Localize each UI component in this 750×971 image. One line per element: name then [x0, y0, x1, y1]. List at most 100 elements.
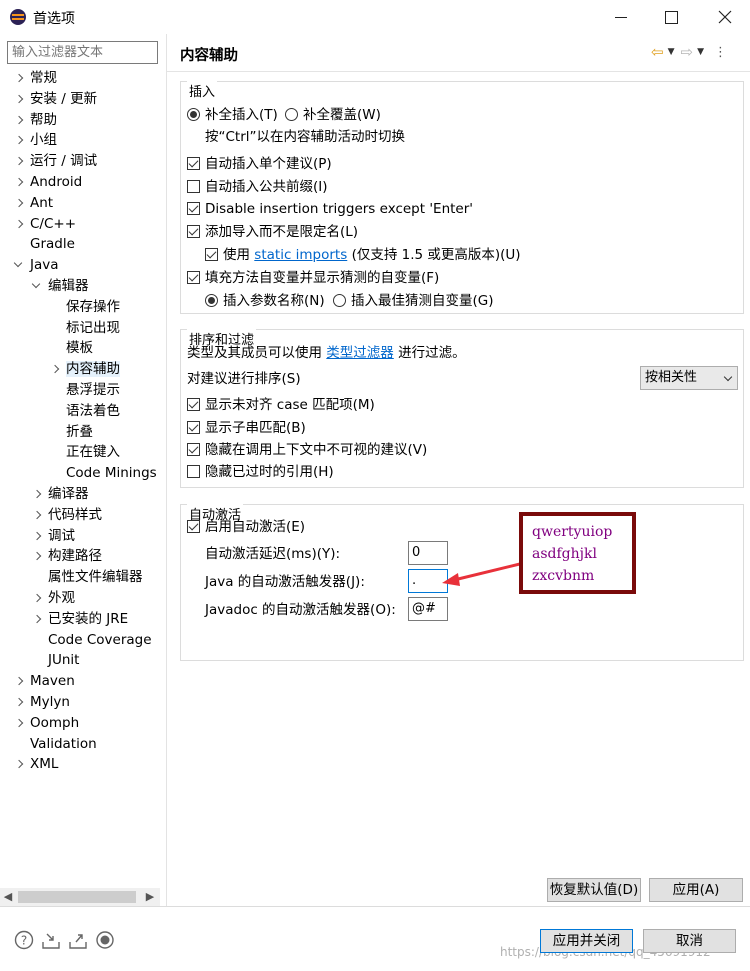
- back-dropdown-icon[interactable]: ▼: [668, 47, 675, 57]
- chevron-right-icon[interactable]: [14, 193, 24, 213]
- tree-item-25[interactable]: 外观: [48, 588, 75, 608]
- chevron-right-icon[interactable]: [14, 692, 24, 712]
- tree-item-label: 运行 / 调试: [30, 153, 98, 170]
- apply-button[interactable]: 应用(A): [649, 878, 743, 902]
- tree-item-20[interactable]: 编译器: [48, 484, 89, 504]
- tree-item-26[interactable]: 已安装的 JRE: [48, 609, 128, 629]
- title-separator: [167, 71, 750, 72]
- sort-select[interactable]: 按相关性: [640, 366, 738, 390]
- chevron-right-icon[interactable]: [14, 110, 24, 130]
- tree-item-24[interactable]: 属性文件编辑器: [48, 567, 143, 587]
- view-menu-icon[interactable]: ⋮: [714, 45, 727, 60]
- tree-item-label: 小组: [30, 132, 57, 149]
- radio-insert[interactable]: [187, 108, 200, 121]
- tree-item-21[interactable]: 代码样式: [48, 505, 102, 525]
- chevron-right-icon[interactable]: [14, 151, 24, 171]
- tree-item-31[interactable]: Oomph: [30, 713, 79, 733]
- scrollbar-thumb[interactable]: [18, 891, 136, 903]
- tree-item-22[interactable]: 调试: [48, 526, 75, 546]
- note-line-3: zxcvbnm: [532, 568, 595, 584]
- tree-item-6[interactable]: Ant: [30, 193, 53, 213]
- chevron-right-icon[interactable]: [14, 754, 24, 774]
- tree-item-32[interactable]: Validation: [30, 734, 97, 754]
- scroll-left-icon[interactable]: ◀: [0, 888, 16, 906]
- close-button[interactable]: [700, 0, 750, 34]
- chevron-right-icon[interactable]: [14, 89, 24, 109]
- radio-insert-best-guess[interactable]: 插入最佳猜测自变量(G): [333, 291, 513, 311]
- tree-item-3[interactable]: 小组: [30, 130, 57, 150]
- chevron-down-icon[interactable]: [14, 255, 24, 275]
- tree-item-14[interactable]: 内容辅助: [66, 359, 120, 379]
- tree-item-label: 保存操作: [66, 298, 120, 315]
- restore-defaults-button[interactable]: 恢复默认值(D): [547, 878, 641, 902]
- radio-overwrite[interactable]: [285, 108, 298, 121]
- static-imports-link[interactable]: static imports: [254, 247, 347, 263]
- tree-item-17[interactable]: 折叠: [66, 422, 93, 442]
- chevron-right-icon[interactable]: [14, 214, 24, 234]
- cancel-button[interactable]: 取消: [643, 929, 736, 953]
- tree-item-1[interactable]: 安装 / 更新: [30, 89, 97, 109]
- chevron-right-icon[interactable]: [32, 505, 42, 525]
- chevron-right-icon[interactable]: [14, 68, 24, 88]
- tree-item-label: 编辑器: [48, 278, 89, 294]
- tree-item-23[interactable]: 构建路径: [48, 546, 102, 566]
- record-icon[interactable]: [95, 930, 115, 950]
- tree-item-8[interactable]: Gradle: [30, 234, 75, 254]
- tree-item-29[interactable]: Maven: [30, 671, 75, 691]
- chevron-right-icon[interactable]: [32, 484, 42, 504]
- tree-item-30[interactable]: Mylyn: [30, 692, 70, 712]
- tree-item-label: XML: [30, 756, 59, 773]
- chevron-right-icon[interactable]: [32, 546, 42, 566]
- back-arrow-icon[interactable]: ⇦: [651, 43, 664, 61]
- minimize-button[interactable]: [596, 0, 646, 34]
- chevron-down-icon: [723, 372, 733, 382]
- tree-item-5[interactable]: Android: [30, 172, 82, 192]
- tree-item-2[interactable]: 帮助: [30, 110, 57, 130]
- chevron-right-icon[interactable]: [32, 609, 42, 629]
- type-filter-link[interactable]: 类型过滤器: [326, 345, 394, 361]
- chevron-right-icon[interactable]: [14, 172, 24, 192]
- tree-item-10[interactable]: 编辑器: [48, 276, 89, 296]
- javadoc-trigger-input[interactable]: @#: [408, 597, 448, 621]
- tree-item-11[interactable]: 保存操作: [66, 297, 120, 317]
- tree-item-33[interactable]: XML: [30, 754, 58, 774]
- tree-item-16[interactable]: 语法着色: [66, 401, 120, 421]
- import-icon[interactable]: [41, 930, 61, 950]
- insert-group-title: 插入: [187, 81, 218, 100]
- tree-item-label: Android: [30, 174, 83, 190]
- help-icon[interactable]: ?: [14, 930, 34, 950]
- tree-item-15[interactable]: 悬浮提示: [66, 380, 120, 400]
- tree-item-27[interactable]: Code Coverage: [48, 630, 152, 650]
- chevron-right-icon[interactable]: [50, 359, 60, 379]
- radio-overwrite-completion[interactable]: 补全覆盖(W): [285, 105, 405, 125]
- tree-horizontal-scrollbar[interactable]: ◀ ▶: [0, 888, 160, 906]
- chevron-right-icon[interactable]: [14, 671, 24, 691]
- tree-item-12[interactable]: 标记出现: [66, 318, 120, 338]
- export-icon[interactable]: [68, 930, 88, 950]
- maximize-button[interactable]: [646, 0, 696, 34]
- content-assist-page: 内容辅助 ⇦ ▼ ⇨ ▼ ⋮ 插入 补全插入(T) 补全覆盖(W) 按“Ctrl…: [167, 34, 750, 906]
- tree-item-9[interactable]: Java: [30, 255, 59, 275]
- tree-item-label: 内容辅助: [66, 361, 120, 378]
- chevron-down-icon[interactable]: [32, 276, 42, 296]
- preferences-window: 首选项 常规安装 / 更新帮助小组运行 / 调试 Android Ant C/C++ G…: [0, 0, 750, 971]
- chevron-right-icon[interactable]: [14, 713, 24, 733]
- tree-item-13[interactable]: 模板: [66, 338, 93, 358]
- page-title: 内容辅助: [180, 48, 238, 64]
- chevron-right-icon[interactable]: [32, 588, 42, 608]
- chevron-right-icon[interactable]: [14, 130, 24, 150]
- forward-dropdown-icon[interactable]: ▼: [697, 47, 704, 57]
- tree-item-19[interactable]: Code Minings: [66, 463, 157, 483]
- apply-and-close-button[interactable]: 应用并关闭: [540, 929, 633, 953]
- title-bar: 首选项: [0, 0, 750, 34]
- tree-item-4[interactable]: 运行 / 调试: [30, 151, 97, 171]
- scroll-right-icon[interactable]: ▶: [142, 888, 158, 906]
- filter-input[interactable]: [7, 41, 158, 64]
- tree-item-18[interactable]: 正在键入: [66, 442, 120, 462]
- tree-item-0[interactable]: 常规: [30, 68, 57, 88]
- radio-insert-param-names[interactable]: 插入参数名称(N): [205, 291, 345, 311]
- tree-item-28[interactable]: JUnit: [48, 650, 79, 670]
- chevron-right-icon[interactable]: [32, 526, 42, 546]
- forward-arrow-icon[interactable]: ⇨: [681, 43, 694, 61]
- tree-item-7[interactable]: C/C++: [30, 214, 76, 234]
